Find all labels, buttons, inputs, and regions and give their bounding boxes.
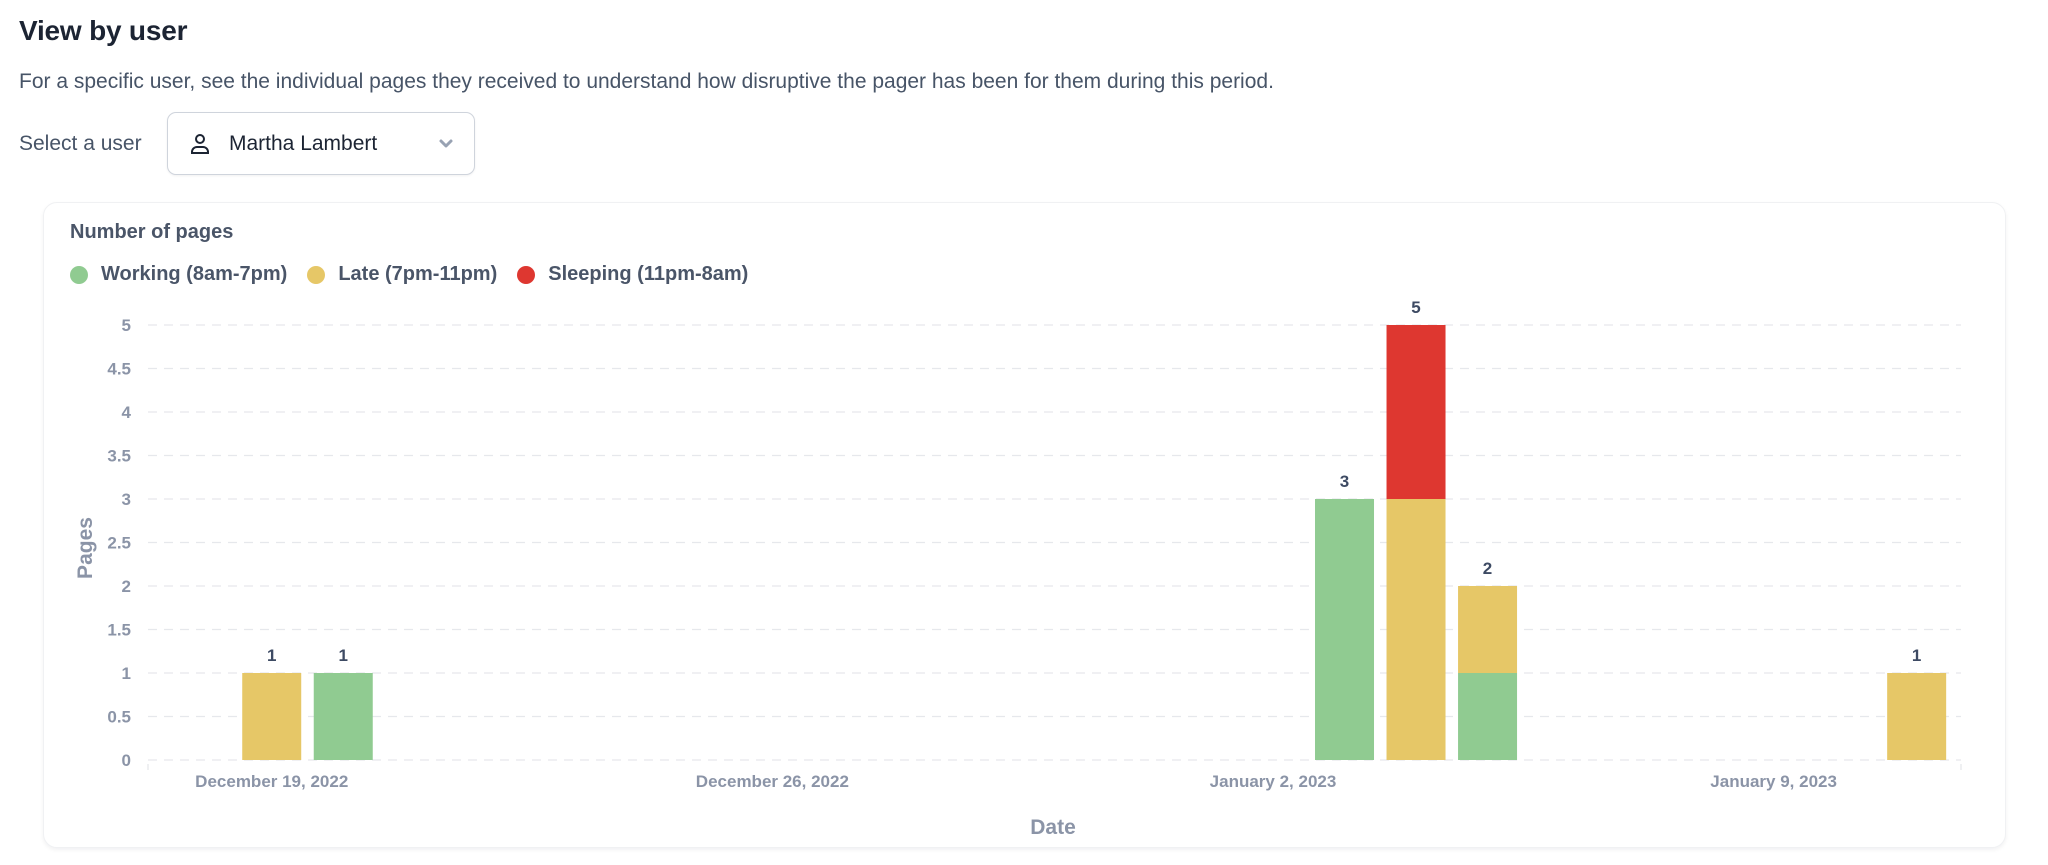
bar-total-label: 2 <box>1483 559 1492 578</box>
x-tick-label: January 2, 2023 <box>1210 772 1337 791</box>
bar-total-label: 1 <box>1912 646 1921 665</box>
bar-total-label: 3 <box>1340 472 1349 491</box>
y-tick-label: 1.5 <box>107 621 131 640</box>
y-tick-label: 0 <box>122 751 131 770</box>
bar-segment-late[interactable] <box>1458 586 1518 673</box>
bar-segment-working[interactable] <box>1458 673 1518 760</box>
bar-total-label: 1 <box>339 646 348 665</box>
y-tick-label: 4.5 <box>107 360 131 379</box>
x-tick-label: December 19, 2022 <box>195 772 348 791</box>
y-tick-label: 4 <box>122 403 132 422</box>
bar-segment-late[interactable] <box>1386 499 1446 760</box>
y-axis-title: Pages <box>74 517 97 579</box>
y-tick-label: 2 <box>122 577 131 596</box>
bar-segment-sleeping[interactable] <box>1386 325 1446 499</box>
pages-bar-chart: 0 0.5 1 1.5 2 2.5 3 3.5 4 4.5 5 1 1 3 5 2 1 December 19… <box>74 298 1962 839</box>
x-axis: December 19, 2022 December 26, 2022 Januar… <box>147 764 1962 791</box>
gridlines <box>148 324 1961 761</box>
bar-segment-late[interactable] <box>1887 673 1947 760</box>
y-tick-label: 1 <box>122 664 131 683</box>
y-tick-label: 0.5 <box>107 708 131 727</box>
x-tick-label: January 9, 2023 <box>1710 772 1837 791</box>
y-tick-label: 3.5 <box>107 447 131 466</box>
bar-labels: 1 1 3 5 2 1 <box>267 298 1921 665</box>
bar-total-label: 5 <box>1411 298 1420 317</box>
bar-segment-working[interactable] <box>313 673 373 760</box>
bar-segment-late[interactable] <box>242 673 302 760</box>
x-axis-title: Date <box>1030 816 1076 839</box>
y-tick-label: 3 <box>122 490 131 509</box>
y-tick-label: 5 <box>122 316 131 335</box>
bar-total-label: 1 <box>267 646 276 665</box>
y-axis-ticks: 0 0.5 1 1.5 2 2.5 3 3.5 4 4.5 5 <box>107 316 131 770</box>
y-tick-label: 2.5 <box>107 534 131 553</box>
x-tick-label: December 26, 2022 <box>696 772 849 791</box>
bar-segment-working[interactable] <box>1315 499 1375 760</box>
